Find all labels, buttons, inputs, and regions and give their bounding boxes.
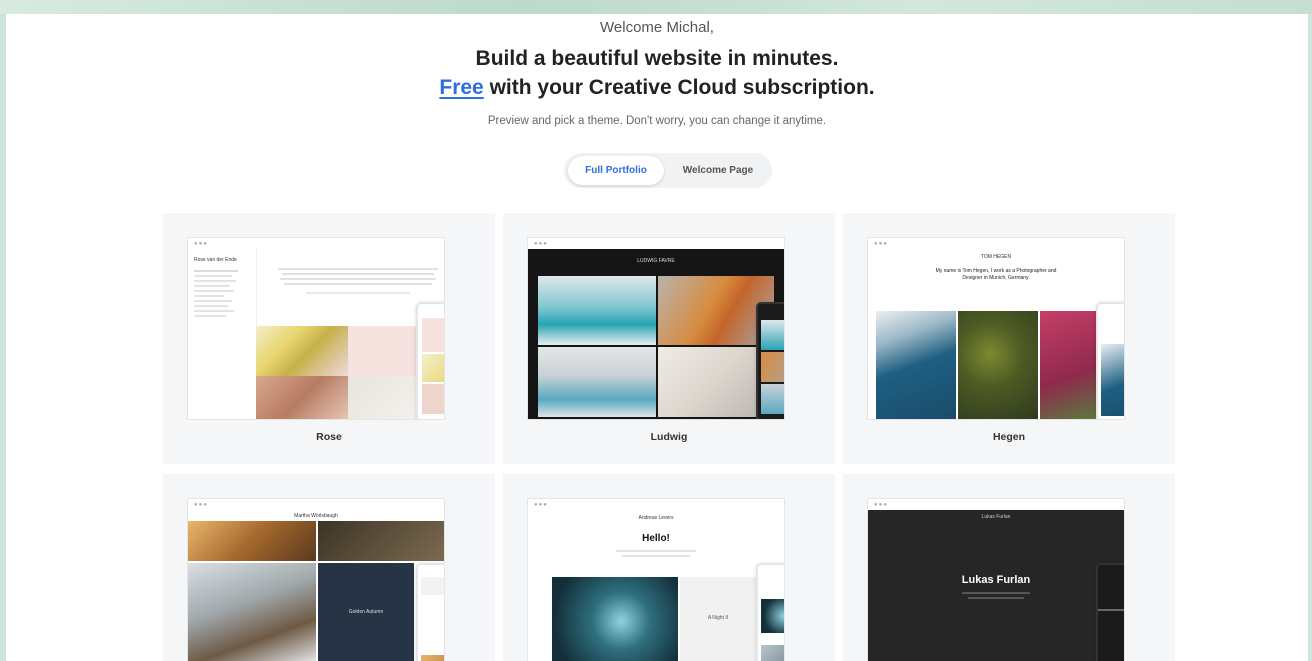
- window-dots: ●●●: [534, 502, 548, 508]
- free-link[interactable]: Free: [439, 76, 483, 99]
- theme-name: Ludwig: [650, 431, 688, 443]
- theme-preview-hegen: ●●● TOM HEGEN My name is Tom Hegen, I wo…: [867, 237, 1125, 420]
- theme-name: Rose: [316, 431, 342, 443]
- theme-preview-lukas: ●●● Lukas Furlan Lukas Furlan: [867, 498, 1125, 661]
- mobile-preview: [756, 302, 784, 419]
- mobile-preview: [416, 302, 444, 419]
- theme-card-rose[interactable]: ●●● Rose van der Ende Rose: [163, 213, 495, 464]
- window-dots: ●●●: [194, 502, 208, 508]
- window-dots: ●●●: [194, 241, 208, 247]
- mobile-preview: [756, 563, 784, 661]
- mobile-preview: [1096, 563, 1124, 661]
- theme-type-toggle: Full Portfolio Welcome Page: [564, 153, 772, 188]
- theme-card-hegen[interactable]: ●●● TOM HEGEN My name is Tom Hegen, I wo…: [843, 213, 1175, 464]
- theme-preview-ludwig: ●●● LUDWIG FAVRE: [527, 237, 785, 420]
- window-dots: ●●●: [534, 241, 548, 247]
- headline-line-2: Free with your Creative Cloud subscripti…: [6, 73, 1308, 102]
- theme-card-ludwig[interactable]: ●●● LUDWIG FAVRE Ludwig: [503, 213, 835, 464]
- toggle-full-portfolio[interactable]: Full Portfolio: [568, 156, 664, 185]
- page-headline: Build a beautiful website in minutes. Fr…: [6, 44, 1308, 102]
- theme-card-martha[interactable]: ●●● Martha Wörlsbaugh Golden Autumn: [163, 474, 495, 661]
- theme-name: Hegen: [992, 431, 1026, 443]
- theme-picker-page: Welcome Michal, Build a beautiful websit…: [6, 14, 1308, 661]
- window-dots: ●●●: [874, 241, 888, 247]
- theme-preview-martha: ●●● Martha Wörlsbaugh Golden Autumn: [187, 498, 445, 661]
- page-subtitle: Preview and pick a theme. Don't worry, y…: [487, 115, 827, 127]
- theme-preview-andreas: ●●● Andreas Levers Hello! A Night II: [527, 498, 785, 661]
- mobile-preview: [1096, 302, 1124, 419]
- background-strip: [0, 0, 1312, 14]
- welcome-text: Welcome Michal,: [600, 19, 714, 36]
- headline-line-1: Build a beautiful website in minutes.: [475, 47, 839, 70]
- toggle-welcome-page[interactable]: Welcome Page: [668, 156, 768, 185]
- theme-preview-rose: ●●● Rose van der Ende: [187, 237, 445, 420]
- window-dots: ●●●: [874, 502, 888, 508]
- theme-card-lukas[interactable]: ●●● Lukas Furlan Lukas Furlan: [843, 474, 1175, 661]
- mobile-preview: [416, 563, 444, 661]
- theme-card-andreas[interactable]: ●●● Andreas Levers Hello! A Night II: [503, 474, 835, 661]
- headline-line-2-rest: with your Creative Cloud subscription.: [483, 76, 875, 99]
